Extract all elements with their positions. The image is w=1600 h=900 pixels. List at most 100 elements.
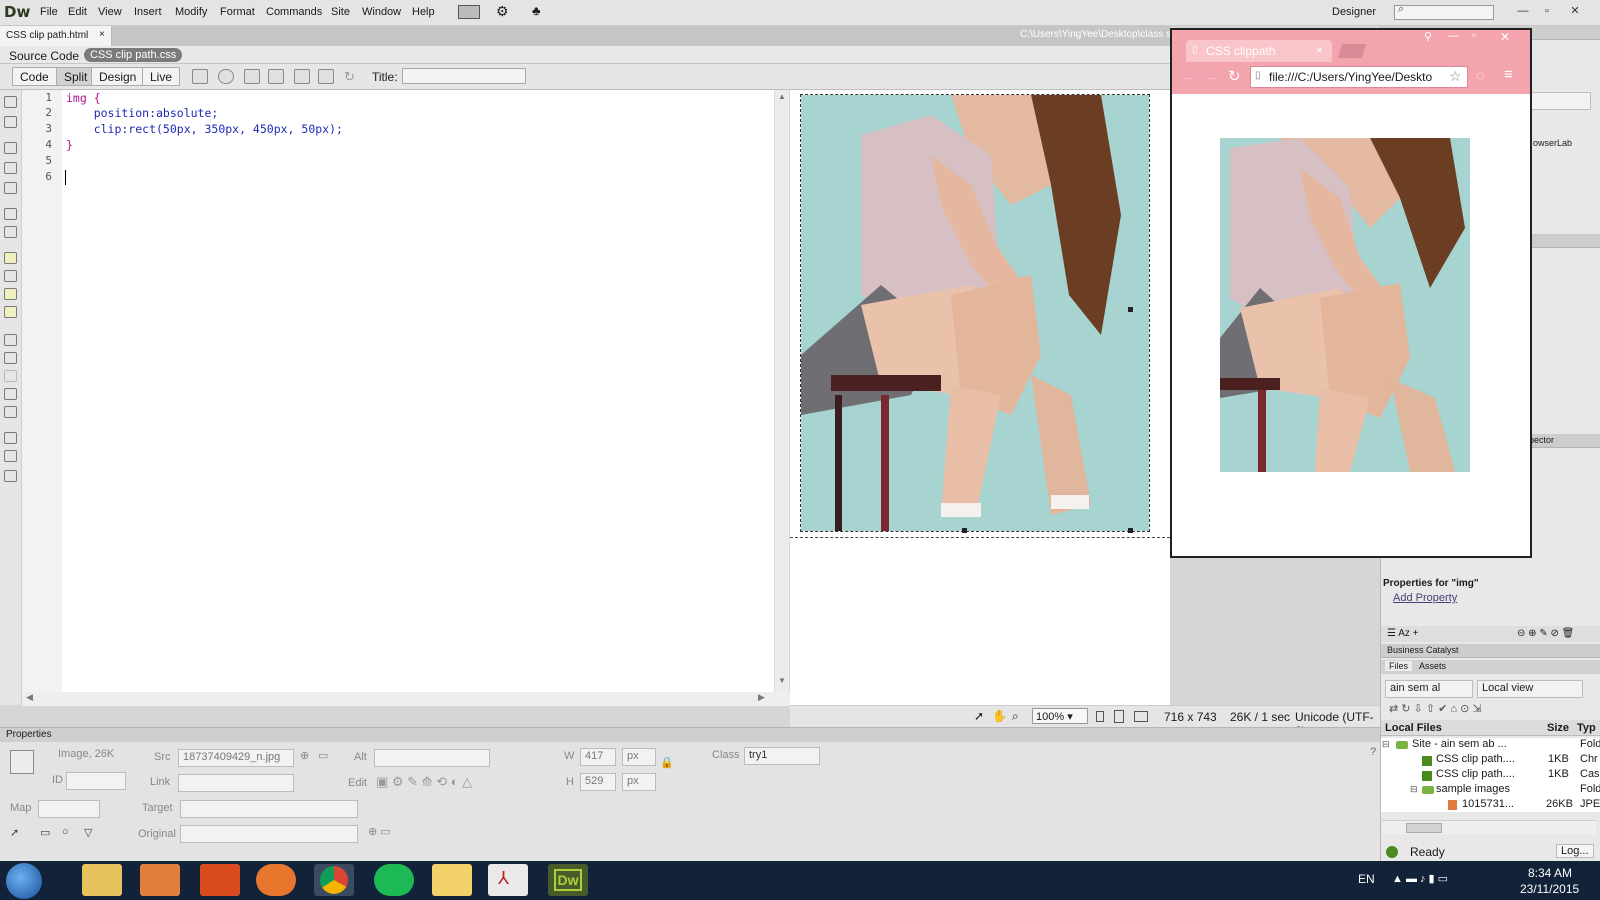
file-row-name[interactable]: Site - ain sem ab ... — [1412, 738, 1507, 750]
map-input[interactable] — [38, 800, 100, 818]
file-row-name[interactable]: CSS clip path.... — [1436, 768, 1515, 780]
menu-modify[interactable]: Modify — [175, 6, 207, 18]
new-tab-button[interactable] — [1337, 44, 1367, 58]
collapse-selection-icon[interactable] — [4, 162, 17, 174]
file-management-icon[interactable] — [244, 69, 260, 84]
search-input[interactable] — [1394, 5, 1494, 20]
back-icon[interactable]: ← — [1182, 68, 1196, 84]
col-type[interactable]: Typ — [1577, 722, 1596, 734]
scroll-down-icon[interactable]: ▼ — [778, 676, 786, 685]
forward-icon[interactable]: → — [1204, 68, 1218, 84]
move-css-icon[interactable] — [4, 406, 17, 418]
menu-help[interactable]: Help — [412, 6, 435, 18]
check-browser-icon[interactable] — [318, 69, 334, 84]
browser-menu-icon[interactable]: ≡ — [1504, 66, 1513, 83]
menu-commands[interactable]: Commands — [266, 6, 322, 18]
view-select[interactable]: Local view — [1477, 680, 1583, 698]
office-icon[interactable] — [200, 864, 240, 896]
source-code-link[interactable]: Source Code — [9, 49, 79, 63]
src-input[interactable]: 18737409429_n.jpg — [178, 749, 294, 767]
browser-maximize-icon[interactable]: ▫ — [1472, 30, 1476, 42]
menu-insert[interactable]: Insert — [134, 6, 162, 18]
scroll-up-icon[interactable]: ▲ — [778, 92, 786, 101]
format-source-icon[interactable] — [4, 470, 17, 482]
menu-view[interactable]: View — [98, 6, 122, 18]
open-documents-icon[interactable] — [4, 96, 17, 108]
col-local-files[interactable]: Local Files — [1385, 722, 1442, 734]
w3c-validation-icon[interactable] — [268, 69, 284, 84]
menu-site[interactable]: Site — [331, 6, 350, 18]
split-view-button[interactable]: Split — [56, 67, 96, 86]
resize-handle-corner[interactable] — [1128, 528, 1133, 533]
syntax-coloring-icon[interactable] — [4, 288, 17, 300]
scroll-left-icon[interactable]: ◀ — [26, 692, 33, 703]
balance-braces-icon[interactable] — [4, 226, 17, 238]
multiscreen-icon[interactable] — [192, 69, 208, 84]
alt-input[interactable] — [374, 749, 490, 767]
files-horizontal-scrollbar[interactable] — [1382, 820, 1596, 834]
file-row-name[interactable]: 1015731... — [1462, 798, 1514, 810]
recent-snippets-icon[interactable] — [4, 388, 17, 400]
rect-hotspot-icon[interactable]: ▭ — [40, 826, 50, 839]
browser-tab[interactable]: ▯ CSS clippath × — [1186, 40, 1332, 62]
outdent-icon[interactable] — [4, 450, 17, 462]
related-css-file[interactable]: CSS clip path.css — [84, 48, 183, 62]
height-unit-select[interactable]: px — [622, 773, 656, 791]
menu-file[interactable]: File — [40, 6, 58, 18]
highlight-invalid-icon[interactable] — [4, 270, 17, 282]
original-input[interactable] — [180, 825, 358, 843]
browser-close-icon[interactable]: ✕ — [1500, 30, 1510, 44]
media-player-icon[interactable] — [140, 864, 180, 896]
desktop-size-icon[interactable] — [1134, 711, 1148, 722]
preview-browser-icon[interactable] — [218, 69, 234, 84]
dreamweaver-taskbar-icon[interactable]: Dw — [548, 864, 588, 896]
auto-indent-icon[interactable] — [4, 306, 17, 318]
design-image[interactable] — [801, 95, 1149, 531]
tablet-size-icon[interactable] — [1114, 710, 1124, 723]
language-indicator[interactable]: EN — [1358, 872, 1375, 886]
extension-icon[interactable]: ◌ — [1476, 67, 1484, 83]
class-select[interactable]: try1 — [744, 747, 820, 765]
spotify-icon[interactable] — [374, 864, 414, 896]
assets-tab[interactable]: Assets — [1415, 661, 1450, 671]
id-input[interactable] — [66, 772, 126, 790]
explorer-icon[interactable] — [82, 864, 122, 896]
height-input[interactable]: 529 — [580, 773, 616, 791]
sticky-notes-icon[interactable] — [432, 864, 472, 896]
window-dimensions[interactable]: 716 x 743 — [1164, 710, 1217, 724]
code-view-button[interactable]: Code — [12, 67, 57, 86]
css-view-icons[interactable]: ☰ Az + — [1387, 628, 1418, 639]
star-icon[interactable]: ☆ — [1449, 68, 1462, 85]
mobile-size-icon[interactable] — [1096, 711, 1104, 722]
workspace-switcher[interactable]: Designer — [1332, 6, 1376, 18]
edit-image-icons[interactable]: ▣ ⚙ ✎ ⟰ ⟲ ◐ △ — [376, 774, 472, 790]
line-numbers-icon[interactable] — [4, 252, 17, 264]
files-tab[interactable]: Files — [1385, 661, 1413, 671]
site-select[interactable]: ain sem al — [1385, 680, 1473, 698]
point-to-file-icon[interactable]: ⊕ — [300, 749, 309, 762]
visual-aids-icon[interactable] — [294, 69, 310, 84]
chrome-icon[interactable] — [314, 864, 354, 896]
apply-comment-icon[interactable] — [4, 334, 17, 346]
show-code-navigator-icon[interactable] — [4, 116, 17, 128]
business-catalyst-tab[interactable]: Business Catalyst — [1387, 645, 1459, 655]
zoom-select[interactable]: 100% ▾ — [1032, 708, 1088, 724]
minimize-icon[interactable]: — — [1512, 2, 1534, 20]
acrobat-icon[interactable]: ⅄ — [488, 864, 528, 896]
layout-icon[interactable] — [458, 5, 480, 19]
log-button[interactable]: Log... — [1556, 844, 1594, 858]
browser-user-icon[interactable]: ⚲ — [1424, 30, 1432, 43]
clock-date[interactable]: 23/11/2015 — [1520, 882, 1579, 896]
link-input[interactable] — [178, 774, 294, 792]
address-bar[interactable]: ▯ file:///C:/Users/YingYee/Deskto ☆ — [1250, 66, 1468, 88]
width-input[interactable]: 417 — [580, 748, 616, 766]
tree-toggle-icon[interactable]: ⊟ — [1410, 784, 1418, 795]
tree-toggle-icon[interactable]: ⊟ — [1382, 739, 1390, 750]
target-select[interactable] — [180, 800, 358, 818]
menu-window[interactable]: Window — [362, 6, 401, 18]
code-editor[interactable] — [62, 90, 774, 692]
menu-edit[interactable]: Edit — [68, 6, 87, 18]
hand-tool-icon[interactable]: ✋ — [992, 709, 1007, 723]
clock-time[interactable]: 8:34 AM — [1528, 866, 1572, 880]
scroll-right-icon[interactable]: ▶ — [758, 692, 765, 703]
